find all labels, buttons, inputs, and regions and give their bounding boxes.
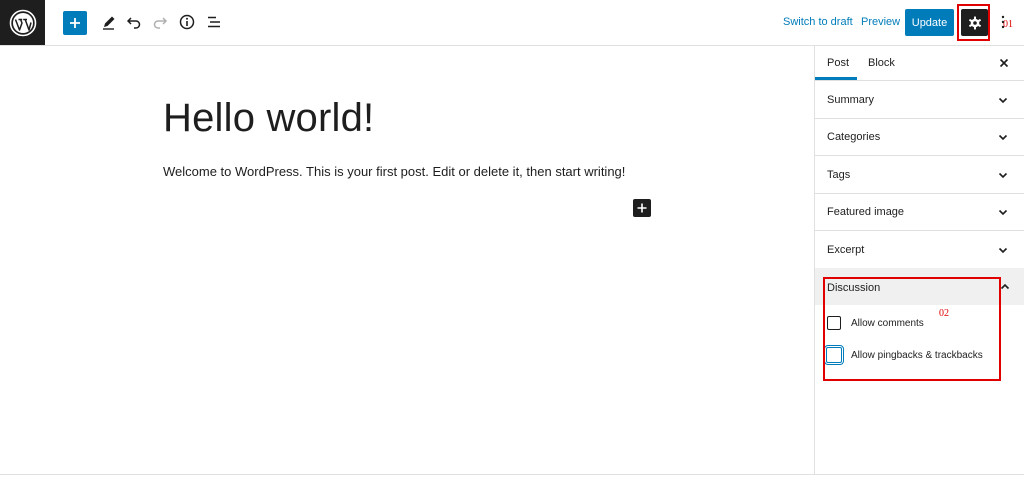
plus-icon (70, 18, 80, 28)
active-tab-indicator (815, 77, 857, 80)
update-button[interactable]: Update (905, 9, 954, 36)
close-icon (999, 58, 1009, 68)
panel-label: Categories (827, 131, 881, 143)
panel-featured-image[interactable]: Featured image (815, 193, 1024, 231)
pencil-icon (103, 16, 115, 30)
panel-tags[interactable]: Tags (815, 156, 1024, 194)
add-block-button[interactable] (63, 11, 87, 35)
switch-to-draft-button[interactable]: Switch to draft (783, 16, 853, 28)
undo-button[interactable] (122, 10, 146, 34)
close-sidebar-button[interactable] (998, 56, 1010, 68)
chevron-down-icon (998, 172, 1008, 179)
wordpress-logo-icon[interactable] (0, 0, 45, 45)
sidebar-tabs: Post Block (815, 46, 1024, 81)
post-paragraph[interactable]: Welcome to WordPress. This is your first… (163, 164, 625, 179)
footer-divider (0, 474, 1024, 475)
chevron-down-icon (998, 97, 1008, 104)
panel-label: Excerpt (827, 244, 865, 256)
block-inserter-button[interactable] (633, 199, 651, 217)
preview-button[interactable]: Preview (861, 16, 900, 28)
redo-icon (153, 17, 168, 29)
editor-header: Switch to draft Preview Update 01 (0, 0, 1024, 46)
panel-label: Summary (827, 94, 875, 106)
chevron-down-icon (998, 247, 1008, 254)
panel-summary[interactable]: Summary (815, 81, 1024, 119)
chevron-down-icon (998, 209, 1008, 216)
panel-label: Featured image (827, 206, 905, 218)
undo-icon (126, 17, 141, 29)
info-icon (179, 14, 195, 30)
tab-post[interactable]: Post (827, 57, 849, 69)
annotation-box-discussion (823, 277, 1001, 381)
settings-sidebar: Post Block Summary Categories Tags Featu… (814, 46, 1024, 474)
annotation-label-02: 02 (939, 308, 949, 319)
more-options-button[interactable] (1000, 14, 1008, 32)
tab-block[interactable]: Block (868, 57, 895, 69)
list-view-button[interactable] (202, 10, 226, 34)
redo-button[interactable] (148, 10, 172, 34)
panel-excerpt[interactable]: Excerpt (815, 231, 1024, 269)
plus-icon (637, 203, 647, 213)
annotation-box-settings (957, 4, 990, 41)
more-vertical-icon (1001, 15, 1005, 29)
details-button[interactable] (175, 10, 199, 34)
post-title[interactable]: Hello world! (163, 96, 374, 141)
chevron-down-icon (998, 134, 1008, 141)
panel-label: Tags (827, 169, 851, 181)
panel-categories[interactable]: Categories (815, 118, 1024, 156)
tools-button[interactable] (97, 10, 121, 34)
list-view-icon (208, 16, 220, 28)
